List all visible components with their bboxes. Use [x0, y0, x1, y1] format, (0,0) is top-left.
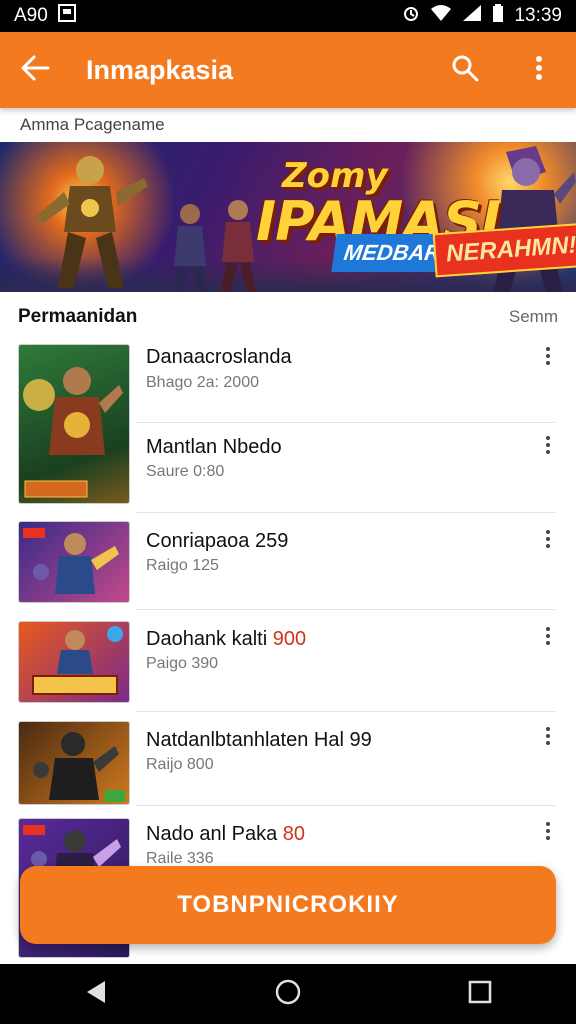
arrow-left-icon: [20, 55, 50, 86]
item-subtitle: Saure 0:80: [146, 463, 225, 480]
battery-icon: [492, 4, 504, 28]
list-divider: [136, 805, 556, 806]
list-divider: [136, 422, 556, 423]
item-menu-button[interactable]: [536, 722, 560, 750]
section-header: Permaanidan Semm: [18, 306, 558, 328]
item-title: Nado anl Paka 80: [146, 823, 305, 846]
search-icon: [451, 54, 479, 87]
back-button[interactable]: [0, 32, 70, 108]
item-title-text: Nado anl Paka: [146, 823, 278, 845]
status-time-left: A90: [14, 5, 48, 26]
page-subtitle: Amma Pcagename: [20, 115, 165, 134]
app-title: Inmapkasia: [86, 54, 234, 85]
item-title-text: Daohank kalti: [146, 628, 268, 650]
item-subtitle: Raigo 125: [146, 557, 219, 574]
signal-icon: [462, 4, 482, 28]
nav-home-button[interactable]: [258, 964, 318, 1024]
item-menu-button[interactable]: [536, 342, 560, 370]
item-title-highlight: 80: [282, 823, 306, 845]
item-subtitle: Raijo 800: [146, 756, 214, 773]
game-thumbnail[interactable]: [18, 521, 130, 603]
alarm-icon: [402, 4, 420, 28]
status-time: 13:39: [514, 5, 562, 26]
more-vert-icon: [535, 55, 543, 86]
app-bar: Inmapkasia: [0, 32, 576, 108]
item-subtitle: Paigo 390: [146, 655, 219, 672]
item-title: Daohank kalti 900: [146, 628, 306, 651]
game-thumbnail[interactable]: [18, 721, 130, 805]
section-title: Permaanidan: [18, 306, 138, 327]
wifi-icon: [430, 4, 452, 28]
item-menu-button[interactable]: [536, 525, 560, 553]
item-title: Conriapaoa 259: [146, 530, 289, 552]
item-title: Mantlan Nbedo: [146, 436, 282, 458]
banner-hero-group: [172, 200, 256, 292]
game-thumbnail[interactable]: [18, 344, 130, 504]
list-divider: [136, 609, 556, 610]
list-divider: [136, 512, 556, 513]
list-divider: [136, 711, 556, 712]
promo-banner[interactable]: Zomy IPAMASI MEDBARI NERAHMN!: [0, 142, 576, 292]
status-bar: A90 13:39: [0, 0, 576, 32]
overflow-menu-button[interactable]: [502, 32, 576, 108]
nav-back-button[interactable]: [66, 964, 126, 1024]
item-menu-button[interactable]: [536, 817, 560, 845]
circle-home-icon: [274, 978, 302, 1011]
item-menu-button[interactable]: [536, 622, 560, 650]
item-subtitle: Bhago 2a: 2000: [146, 374, 259, 391]
item-menu-button[interactable]: [536, 431, 560, 459]
search-button[interactable]: [428, 32, 502, 108]
item-title: Danaacroslanda: [146, 346, 292, 368]
system-nav-bar: [0, 964, 576, 1024]
triangle-back-icon: [83, 979, 109, 1010]
item-title: Natdanlbtanhlaten Hal 99: [146, 729, 372, 751]
notification-icon: [57, 4, 76, 28]
nav-recents-button[interactable]: [450, 964, 510, 1024]
banner-hero-warrior: [34, 156, 148, 288]
square-recents-icon: [468, 980, 492, 1009]
primary-action-button[interactable]: TOBNPNICROKIIY: [20, 866, 556, 944]
item-title-highlight: 900: [272, 628, 307, 650]
game-thumbnail[interactable]: [18, 621, 130, 703]
see-more-link[interactable]: Semm: [509, 307, 558, 327]
